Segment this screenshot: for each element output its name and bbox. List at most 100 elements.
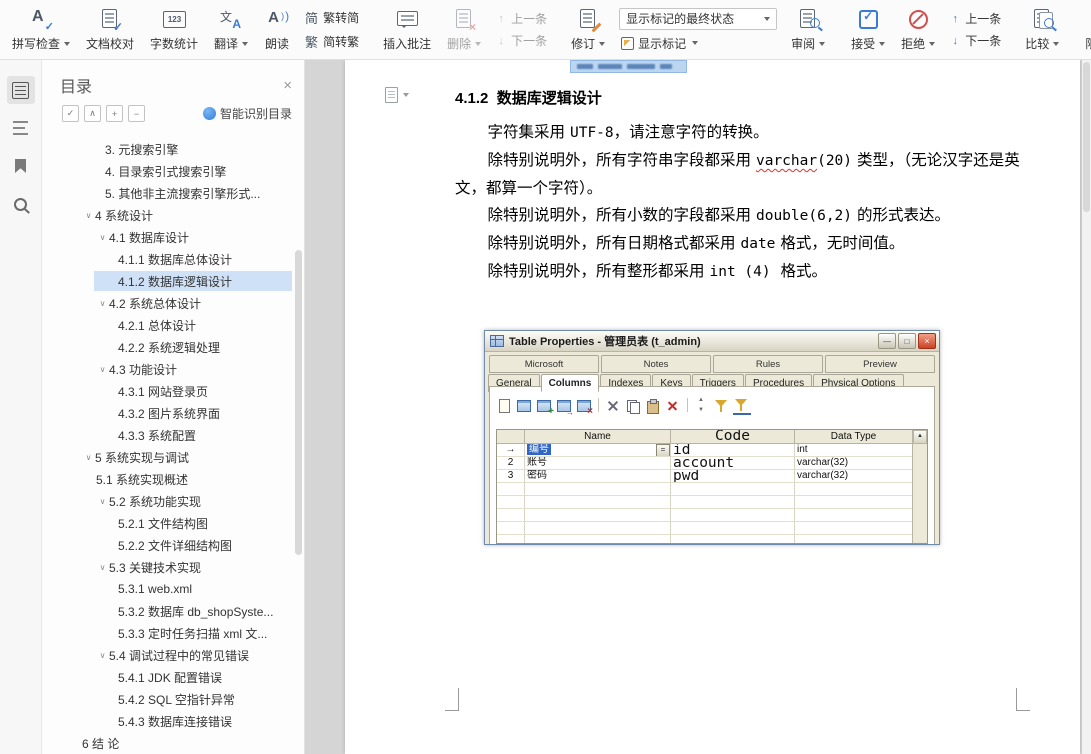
code-cell[interactable] bbox=[671, 496, 795, 509]
toc-check-button[interactable]: ✓ bbox=[62, 105, 79, 122]
document-scrollbar[interactable] bbox=[1082, 60, 1091, 754]
search-pane-button[interactable] bbox=[7, 190, 35, 218]
chapter-pane-button[interactable] bbox=[7, 114, 35, 142]
grid-empty-row[interactable] bbox=[497, 483, 912, 496]
read-aloud-button[interactable]: A)) 朗读 bbox=[256, 0, 298, 59]
type-cell[interactable]: varchar(32) bbox=[795, 457, 912, 470]
toc-item[interactable]: 5.3.2 数据库 db_shopSyste... bbox=[42, 600, 304, 622]
collapse-arrow-icon[interactable]: ∨ bbox=[96, 365, 109, 374]
row-selector-cell[interactable]: → bbox=[497, 444, 525, 457]
collapse-arrow-icon[interactable]: ∨ bbox=[82, 211, 95, 220]
next-change-button[interactable]: ↓ 下一条 bbox=[949, 32, 1001, 49]
name-cell[interactable] bbox=[525, 509, 671, 522]
sort-icon[interactable] bbox=[693, 397, 711, 414]
row-selector-cell[interactable] bbox=[497, 522, 525, 535]
code-cell[interactable] bbox=[671, 535, 795, 543]
type-cell[interactable] bbox=[795, 483, 912, 496]
toc-item[interactable]: ∨ 5.4 调试过程中的常见错误 bbox=[42, 644, 304, 666]
grid-insert-icon[interactable] bbox=[555, 397, 574, 417]
name-cell[interactable] bbox=[525, 535, 671, 543]
toc-item[interactable]: 5.2.1 文件结构图 bbox=[42, 512, 304, 534]
type-cell[interactable]: int bbox=[795, 444, 912, 457]
type-cell[interactable] bbox=[795, 522, 912, 535]
name-cell[interactable]: 密码 bbox=[525, 470, 671, 483]
grid-scrollbar[interactable]: ▲ bbox=[912, 430, 927, 543]
simp-to-trad-button[interactable]: 繁 简转繁 bbox=[304, 32, 359, 51]
name-cell[interactable] bbox=[525, 522, 671, 535]
row-selector-cell[interactable]: 2 bbox=[497, 457, 525, 470]
funnel-icon[interactable] bbox=[713, 397, 731, 414]
outline-pane-button[interactable] bbox=[6, 76, 35, 104]
row-selector-cell[interactable] bbox=[497, 496, 525, 509]
toc-item[interactable]: ∨ 5.3 关键技术实现 bbox=[42, 556, 304, 578]
code-cell[interactable]: id bbox=[671, 444, 795, 457]
minimize-button[interactable]: — bbox=[878, 333, 896, 349]
name-cell[interactable]: 账号 bbox=[525, 457, 671, 470]
copy-icon[interactable] bbox=[624, 397, 642, 414]
smart-recognize-button[interactable]: 智能识别目录 bbox=[202, 105, 292, 122]
dialog-tab[interactable]: Microsoft bbox=[489, 355, 599, 373]
row-selector-cell[interactable] bbox=[497, 509, 525, 522]
scroll-up-icon[interactable]: ▲ bbox=[913, 430, 927, 444]
properties-icon[interactable] bbox=[495, 397, 513, 414]
name-cell[interactable]: 编号 = bbox=[525, 444, 671, 457]
bookmark-pane-button[interactable] bbox=[7, 152, 35, 180]
markup-state-combobox[interactable]: 显示标记的最终状态 bbox=[619, 7, 778, 30]
code-cell[interactable] bbox=[671, 509, 795, 522]
delete-icon[interactable] bbox=[664, 397, 682, 414]
scrollbar-thumb[interactable] bbox=[1083, 62, 1090, 212]
next-comment-button[interactable]: ↓ 下一条 bbox=[495, 32, 547, 49]
toc-item[interactable]: ∨ 4.2 系统总体设计 bbox=[42, 292, 304, 314]
toc-item[interactable]: 4.3.2 图片系统界面 bbox=[42, 402, 304, 424]
close-button[interactable]: × bbox=[918, 333, 936, 349]
name-cell[interactable] bbox=[525, 496, 671, 509]
grid-view-icon[interactable] bbox=[515, 397, 533, 414]
toc-item[interactable]: ∨ 4 系统设计 bbox=[42, 204, 304, 226]
toc-item[interactable]: 4.1.1 数据库总体设计 bbox=[42, 248, 304, 270]
collapse-arrow-icon[interactable]: ∨ bbox=[96, 497, 109, 506]
toc-item[interactable]: 5.1 系统实现概述 bbox=[42, 468, 304, 490]
toc-item[interactable]: 4.2.1 总体设计 bbox=[42, 314, 304, 336]
review-button[interactable]: 审阅 bbox=[783, 0, 833, 59]
toc-item[interactable]: 5.3.3 定时任务扫描 xml 文... bbox=[42, 622, 304, 644]
compare-button[interactable]: 比较 bbox=[1017, 0, 1067, 59]
toc-item[interactable]: 4.1.2 数据库逻辑设计 bbox=[42, 270, 304, 292]
word-count-button[interactable]: 123 字数统计 bbox=[142, 0, 206, 59]
insert-comment-button[interactable]: 插入批注 bbox=[375, 0, 439, 59]
toc-item[interactable]: 5.4.3 数据库连接错误 bbox=[42, 710, 304, 732]
dialog-titlebar[interactable]: Table Properties - 管理员表 (t_admin) — □ × bbox=[485, 331, 939, 352]
filter-icon[interactable] bbox=[733, 396, 751, 415]
name-cell[interactable] bbox=[525, 483, 671, 496]
row-selector-cell[interactable] bbox=[497, 535, 525, 543]
toc-item[interactable]: 4.2.2 系统逻辑处理 bbox=[42, 336, 304, 358]
cell-edit-button[interactable]: = bbox=[656, 444, 670, 456]
restrict-editing-button[interactable]: 限制编辑 bbox=[1077, 0, 1091, 59]
grid-delete-icon[interactable] bbox=[575, 397, 593, 417]
grid-empty-row[interactable] bbox=[497, 535, 912, 543]
track-changes-button[interactable]: 修订 bbox=[563, 0, 613, 59]
close-icon[interactable]: × bbox=[283, 78, 292, 93]
document-page[interactable]: 4.1.2 数据库逻辑设计 字符集采用 UTF-8，请注意字符的转换。 除特别说明… bbox=[345, 60, 1080, 754]
cut-icon[interactable] bbox=[604, 397, 622, 414]
collapse-arrow-icon[interactable]: ∨ bbox=[96, 651, 109, 660]
code-cell[interactable] bbox=[671, 522, 795, 535]
toc-item[interactable]: 5.2.2 文件详细结构图 bbox=[42, 534, 304, 556]
toc-item[interactable]: 6 结 论 bbox=[42, 732, 304, 754]
prev-comment-button[interactable]: ↑ 上一条 bbox=[495, 10, 547, 27]
grid-add-icon[interactable] bbox=[535, 397, 554, 417]
paste-icon[interactable] bbox=[644, 397, 662, 414]
grid-row[interactable]: 3 密码 pwd varchar(32) bbox=[497, 470, 912, 483]
code-cell[interactable] bbox=[671, 483, 795, 496]
toc-collapse-button[interactable]: ∧ bbox=[84, 105, 101, 122]
grid-empty-row[interactable] bbox=[497, 509, 912, 522]
collapse-arrow-icon[interactable]: ∨ bbox=[96, 563, 109, 572]
toc-expand-all-button[interactable]: + bbox=[106, 105, 123, 122]
toc-item[interactable]: 5.4.1 JDK 配置错误 bbox=[42, 666, 304, 688]
toc-item[interactable]: 5. 其他非主流搜索引擎形式... bbox=[42, 182, 304, 204]
toc-item[interactable]: ∨ 4.3 功能设计 bbox=[42, 358, 304, 380]
row-selector-cell[interactable]: 3 bbox=[497, 470, 525, 483]
toc-item[interactable]: 4.3.1 网站登录页 bbox=[42, 380, 304, 402]
toc-item[interactable]: 5.4.2 SQL 空指针异常 bbox=[42, 688, 304, 710]
translate-button[interactable]: 文A 翻译 bbox=[206, 0, 256, 59]
maximize-button[interactable]: □ bbox=[898, 333, 916, 349]
